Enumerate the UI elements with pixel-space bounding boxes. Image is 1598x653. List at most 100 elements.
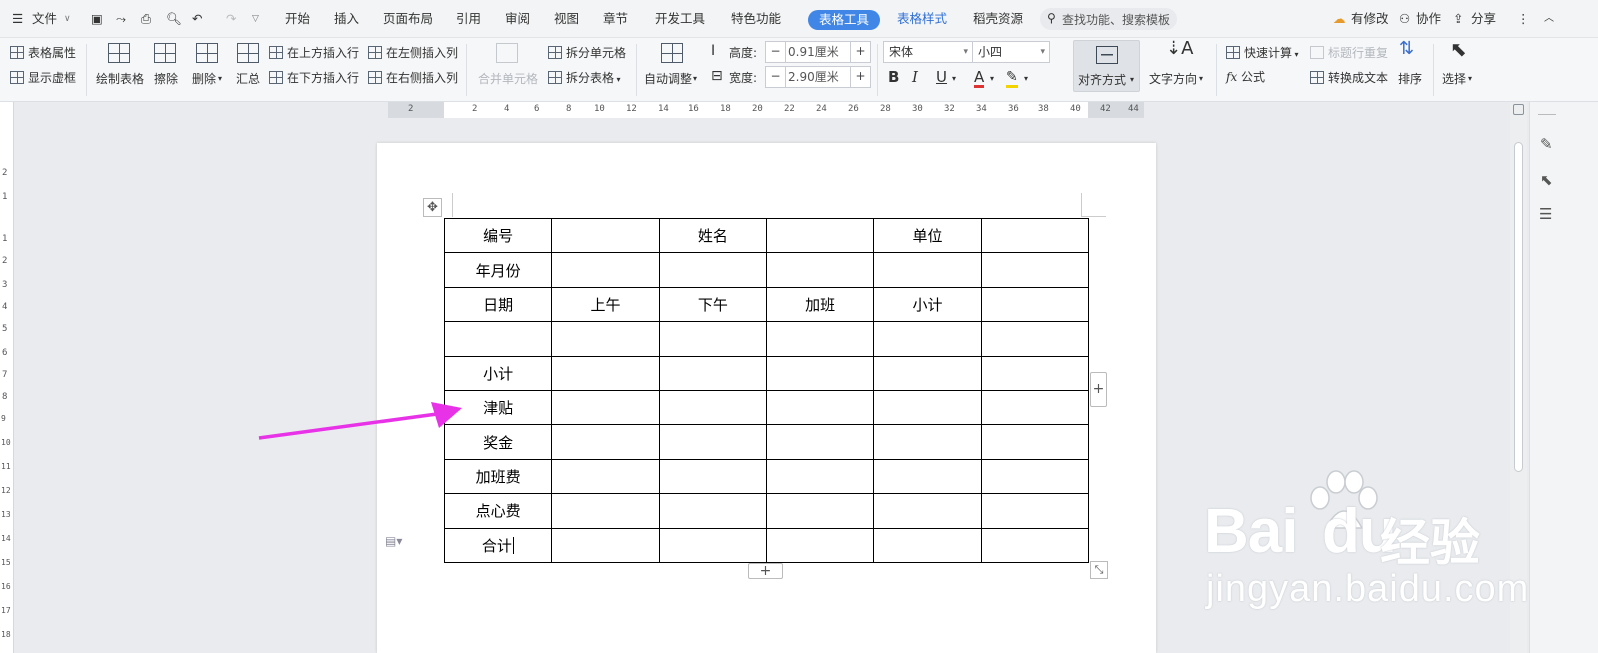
tab-insert[interactable]: 插入 — [334, 0, 359, 38]
table-cell[interactable]: 编号 — [443, 217, 553, 254]
table-cell[interactable] — [765, 493, 875, 529]
height-value[interactable]: 0.91厘米 — [788, 42, 850, 62]
table-cell[interactable] — [551, 493, 660, 529]
share-button[interactable]: 分享 — [1471, 0, 1496, 38]
table-move-handle-icon[interactable]: ✥ — [423, 198, 442, 217]
table-cell[interactable] — [658, 355, 767, 391]
horizontal-ruler[interactable]: 2 2 4 6 8 10 12 14 16 18 20 22 24 26 28 … — [388, 102, 1144, 118]
increase-button[interactable]: + — [850, 42, 870, 62]
tab-references[interactable]: 引用 — [456, 0, 481, 38]
collapse-icon[interactable]: ︿ — [1544, 0, 1554, 38]
hamburger-icon[interactable]: ☰ — [12, 0, 23, 38]
table-cell[interactable] — [980, 321, 1090, 357]
table-cell[interactable] — [980, 493, 1090, 529]
table-cell[interactable] — [658, 458, 767, 495]
chevron-down-icon[interactable]: ∨ — [64, 0, 71, 38]
print-icon[interactable]: ⎙ — [141, 0, 151, 38]
insert-right-button[interactable]: 在右侧插入列 — [368, 70, 458, 86]
table-cell[interactable] — [658, 493, 767, 529]
formula-button[interactable]: fx 公式 — [1226, 69, 1265, 85]
table-cell[interactable] — [658, 424, 767, 460]
table-cell[interactable] — [551, 527, 660, 563]
table-cell[interactable] — [980, 424, 1090, 460]
underline-icon[interactable]: U — [936, 69, 947, 85]
table-cell[interactable] — [980, 217, 1090, 254]
table-cell[interactable]: 加班费 — [443, 458, 553, 495]
table-cell[interactable] — [980, 389, 1090, 426]
search-box[interactable]: ⚲ 查找功能、搜索模板 — [1040, 8, 1177, 30]
table-cell[interactable] — [980, 252, 1090, 288]
repeat-header-button[interactable]: 标题行重复 — [1310, 45, 1388, 61]
save-icon[interactable]: ▣ — [91, 0, 103, 38]
table-cell[interactable] — [873, 527, 982, 563]
table-cell[interactable] — [551, 424, 660, 460]
table-cell[interactable] — [980, 286, 1090, 323]
table-cell[interactable]: 姓名 — [658, 217, 767, 254]
paste-options-icon[interactable]: ▤▾ — [385, 534, 402, 548]
decrease-button[interactable]: − — [766, 67, 786, 87]
more-icon[interactable]: ▽ — [252, 0, 259, 38]
table-cell[interactable] — [551, 217, 660, 254]
decrease-button[interactable]: − — [766, 42, 786, 62]
table-cell[interactable] — [873, 493, 982, 529]
table-cell[interactable]: 年月份 — [443, 252, 553, 288]
tab-developer[interactable]: 开发工具 — [655, 0, 705, 38]
show-grid-button[interactable]: 显示虚框 — [10, 70, 76, 86]
table-cell[interactable] — [551, 252, 660, 288]
height-stepper[interactable]: − 0.91厘米 + — [765, 41, 871, 63]
table-cell[interactable]: 日期 — [443, 286, 553, 323]
collab-button[interactable]: 协作 — [1416, 0, 1441, 38]
table-cell[interactable] — [873, 252, 982, 288]
export-icon[interactable]: ⤳ — [116, 0, 126, 38]
tab-docer[interactable]: 稻壳资源 — [973, 0, 1023, 38]
insert-above-button[interactable]: 在上方插入行 — [269, 45, 359, 61]
add-column-icon[interactable]: + — [1090, 372, 1107, 407]
insert-left-button[interactable]: 在左侧插入列 — [368, 45, 458, 61]
table-cell[interactable] — [765, 389, 875, 426]
table-cell[interactable] — [873, 355, 982, 391]
font-name-select[interactable]: 宋体 ▾ — [883, 41, 973, 63]
tab-table-style[interactable]: 表格样式 — [897, 0, 947, 38]
vertical-ruler[interactable]: 2 1 1 2 3 4 5 6 7 8 9 10 11 12 13 14 15 … — [0, 102, 14, 653]
table-cell[interactable]: 下午 — [658, 286, 767, 323]
table-cell[interactable]: 加班 — [765, 286, 875, 323]
undo-icon[interactable]: ↶ — [192, 0, 202, 38]
tab-home[interactable]: 开始 — [285, 0, 310, 38]
table-cell[interactable] — [980, 458, 1090, 495]
table-cell[interactable] — [765, 355, 875, 391]
width-value[interactable]: 2.90厘米 — [788, 67, 850, 87]
tab-special[interactable]: 特色功能 — [731, 0, 781, 38]
table-cell[interactable] — [551, 458, 660, 495]
print-preview-icon[interactable]: 🔍︎ — [166, 0, 182, 38]
table-cell[interactable] — [980, 355, 1090, 391]
tab-view[interactable]: 视图 — [554, 0, 579, 38]
quick-calc-button[interactable]: 快速计算 ▾ — [1226, 45, 1299, 63]
tab-page-layout[interactable]: 页面布局 — [383, 0, 433, 38]
chevron-down-icon[interactable]: ▾ — [990, 71, 994, 87]
insert-below-button[interactable]: 在下方插入行 — [269, 70, 359, 86]
table-cell[interactable] — [551, 389, 660, 426]
table-cell[interactable] — [551, 321, 660, 357]
tab-table-tools[interactable]: 表格工具 — [808, 10, 881, 30]
table-cell[interactable] — [980, 527, 1090, 563]
table-cell[interactable] — [765, 424, 875, 460]
pen-icon[interactable]: ✎ — [1540, 135, 1553, 153]
table-cell[interactable] — [873, 424, 982, 460]
table-cell[interactable] — [443, 321, 553, 357]
split-cells-button[interactable]: 拆分单元格 — [548, 45, 626, 61]
table-cell[interactable] — [873, 389, 982, 426]
table-cell[interactable]: 上午 — [551, 286, 660, 323]
split-view-icon[interactable] — [1513, 104, 1524, 115]
resize-table-icon[interactable]: ⤡ — [1090, 561, 1108, 579]
table-cell[interactable] — [765, 527, 875, 563]
settings-sliders-icon[interactable]: ☰ — [1539, 205, 1552, 223]
cursor-icon[interactable]: ⬉ — [1540, 171, 1553, 189]
split-table-button[interactable]: 拆分表格 ▾ — [548, 70, 621, 88]
table-cell[interactable] — [658, 321, 767, 357]
table-cell[interactable]: 单位 — [873, 217, 982, 254]
modified-status[interactable]: 有修改 — [1351, 0, 1389, 38]
bold-icon[interactable]: B — [888, 69, 899, 85]
increase-button[interactable]: + — [850, 67, 870, 87]
scrollbar-thumb[interactable] — [1514, 142, 1523, 472]
table-cell[interactable] — [765, 217, 875, 254]
